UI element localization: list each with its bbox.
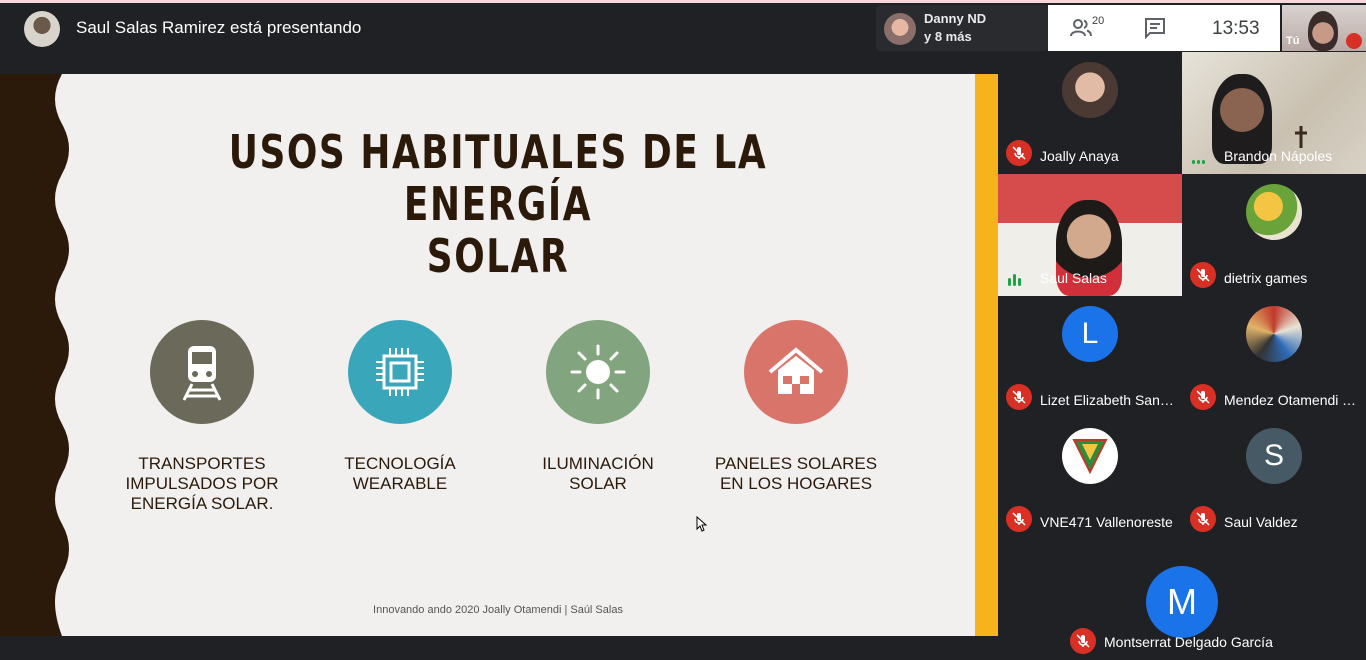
caption-wearable: TECNOLOGÍA WEARABLE xyxy=(300,454,500,494)
other-participants-preview[interactable]: Danny ND y 8 más xyxy=(876,5,1048,51)
meeting-controls: 20 13:53 xyxy=(1048,5,1280,51)
sun-icon xyxy=(570,344,626,400)
caption-line: PANELES SOLARES xyxy=(714,454,878,473)
chat-icon xyxy=(1145,18,1165,40)
self-label: Tú xyxy=(1286,35,1300,47)
wearable-circle xyxy=(348,320,452,424)
shield-logo-icon xyxy=(1072,439,1108,475)
participant-name: Saul Salas xyxy=(1040,270,1107,286)
caption-line: TRANSPORTES xyxy=(138,454,266,473)
avatar xyxy=(1062,62,1118,118)
caption-line: EN LOS HOGARES xyxy=(719,474,873,493)
participant-name: Brandon Nápoles xyxy=(1224,148,1333,164)
caption-transport: TRANSPORTES IMPULSADOS POR ENERGÍA SOLAR… xyxy=(102,454,302,514)
avatar xyxy=(1246,184,1302,240)
self-video-tile[interactable]: Tú xyxy=(1282,5,1366,51)
participant-tile[interactable]: VNE471 Vallenoreste xyxy=(998,418,1182,540)
speaking-indicator-icon xyxy=(1008,268,1028,286)
chat-button[interactable] xyxy=(1144,17,1168,41)
people-button[interactable]: 20 xyxy=(1070,15,1114,41)
participant-tile[interactable]: M Montserrat Delgado García xyxy=(1062,540,1302,660)
more-participants-count: y 8 más xyxy=(924,29,972,44)
avatar xyxy=(884,13,916,45)
mic-off-icon xyxy=(1190,262,1216,288)
participant-name: VNE471 Vallenoreste xyxy=(1040,514,1173,530)
mic-off-icon xyxy=(1190,384,1216,410)
train-icon xyxy=(182,346,222,401)
slide-title: USOS HABITUALES DE LA ENERGÍA SOLAR xyxy=(188,126,809,282)
participant-name: Saul Valdez xyxy=(1224,514,1298,530)
participant-tile[interactable]: L Lizet Elizabeth Sanc… xyxy=(998,296,1182,418)
people-count: 20 xyxy=(1092,15,1105,27)
participant-name: Danny ND xyxy=(924,11,987,26)
cross-icon xyxy=(1294,126,1308,148)
presenter-avatar xyxy=(24,11,60,47)
mouse-cursor-icon xyxy=(696,516,708,532)
slide-title-line: USOS HABITUALES DE LA ENERGÍA xyxy=(228,125,768,231)
mic-off-icon xyxy=(1006,506,1032,532)
caption-home: PANELES SOLARES EN LOS HOGARES xyxy=(696,454,896,494)
avatar: S xyxy=(1246,428,1302,484)
participant-tile[interactable]: Saul Salas xyxy=(998,174,1182,296)
caption-line: ILUMINACIÓN xyxy=(542,454,654,473)
slide-footer: Innovando ando 2020 Joally Otamendi | Sa… xyxy=(373,604,623,616)
presenter-status-text: Saul Salas Ramirez está presentando xyxy=(76,18,362,37)
participant-name: dietrix games xyxy=(1224,270,1308,286)
caption-line: TECNOLOGÍA xyxy=(344,454,456,473)
caption-line: ENERGÍA SOLAR. xyxy=(130,494,274,513)
house-icon xyxy=(768,347,824,394)
caption-line: WEARABLE xyxy=(352,474,448,493)
participant-name: Lizet Elizabeth Sanc… xyxy=(1040,392,1178,408)
caption-line: SOLAR xyxy=(569,474,627,493)
participant-tile[interactable]: Mendez Otamendi Y… xyxy=(1182,296,1366,418)
avatar: M xyxy=(1146,566,1218,638)
mic-off-icon xyxy=(1006,384,1032,410)
avatar xyxy=(1062,428,1118,484)
self-video xyxy=(1308,11,1338,51)
slide-title-line: SOLAR xyxy=(426,229,570,283)
meeting-clock: 13:53 xyxy=(1212,18,1260,39)
avatar: L xyxy=(1062,306,1118,362)
caption-line: IMPULSADOS POR xyxy=(125,474,279,493)
presenter-bar: Saul Salas Ramirez está presentando xyxy=(0,3,1000,53)
mic-off-icon xyxy=(1070,628,1096,654)
caption-lighting: ILUMINACIÓN SOLAR xyxy=(498,454,698,494)
mic-off-icon xyxy=(1190,506,1216,532)
mic-off-icon xyxy=(1346,33,1362,49)
chip-icon xyxy=(376,348,424,396)
presentation-slide: USOS HABITUALES DE LA ENERGÍA SOLAR TRAN… xyxy=(0,74,998,636)
speaking-indicator-icon xyxy=(1192,146,1212,164)
participant-name: Joally Anaya xyxy=(1040,148,1119,164)
mic-off-icon xyxy=(1006,140,1032,166)
lighting-circle xyxy=(546,320,650,424)
participant-tile[interactable]: Joally Anaya xyxy=(998,52,1182,174)
home-circle xyxy=(744,320,848,424)
participant-tile[interactable]: dietrix games xyxy=(1182,174,1366,296)
participant-tile[interactable]: Brandon Nápoles xyxy=(1182,52,1366,174)
people-icon xyxy=(1070,19,1092,37)
participant-name: Mendez Otamendi Y… xyxy=(1224,392,1362,408)
transport-circle xyxy=(150,320,254,424)
participant-name: Montserrat Delgado García xyxy=(1104,634,1273,650)
avatar xyxy=(1246,306,1302,362)
participant-tile[interactable]: S Saul Valdez xyxy=(1182,418,1366,540)
